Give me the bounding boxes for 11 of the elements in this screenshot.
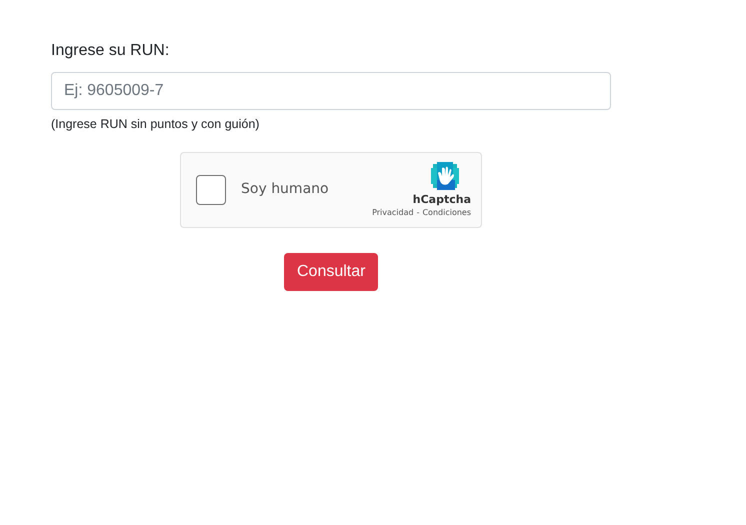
run-input-field[interactable]: Ej: 9605009-7: [51, 72, 611, 110]
captcha-checkbox[interactable]: [196, 174, 226, 205]
field-label: Ingrese su RUN:: [51, 41, 170, 61]
help-text: (Ingrese RUN sin puntos y con guión): [51, 116, 260, 133]
hand-logo-icon: [429, 160, 461, 192]
submit-button[interactable]: Consultar: [284, 252, 378, 291]
captcha-label: Soy humano: [241, 180, 329, 200]
terms-link[interactable]: Condiciones: [422, 206, 471, 219]
privacy-link[interactable]: Privacidad: [372, 206, 414, 219]
captcha-brand: hCaptcha: [412, 192, 471, 206]
link-separator: -: [416, 206, 420, 219]
